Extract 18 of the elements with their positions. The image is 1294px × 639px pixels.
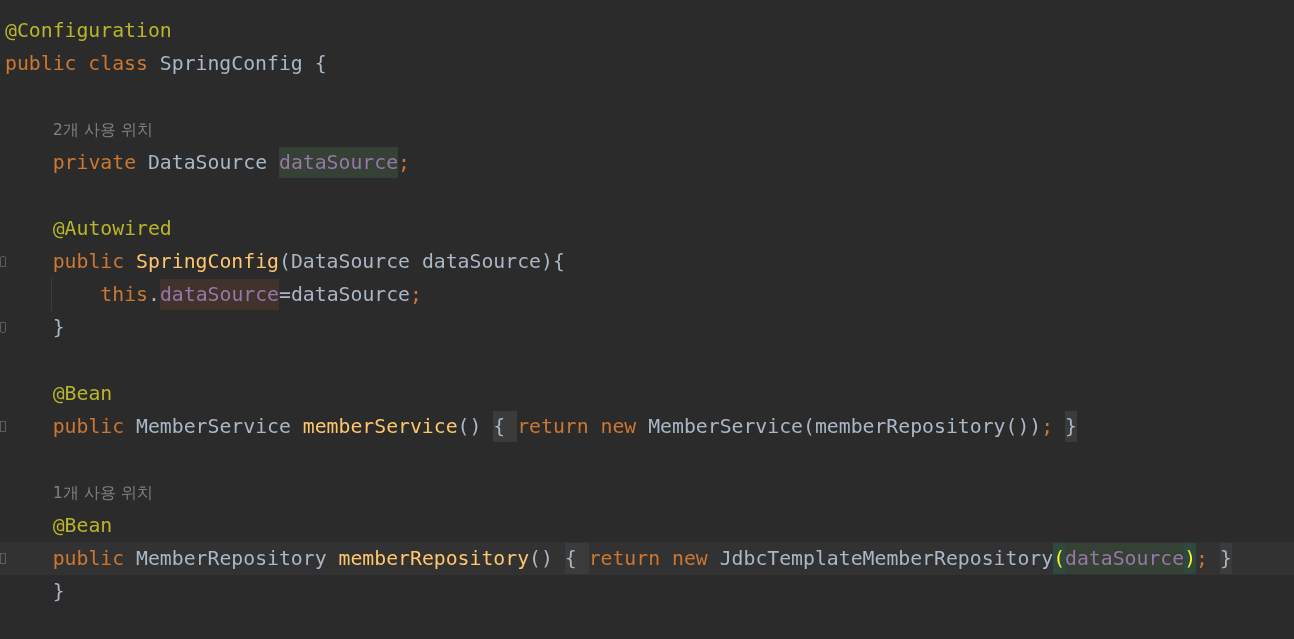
fold-icon[interactable] <box>0 553 6 564</box>
code-line: private DataSource dataSource; <box>52 146 410 179</box>
code-line: } <box>52 579 65 605</box>
usage-hint[interactable]: 1개 사용 위치 <box>52 480 154 505</box>
code-line: @Bean <box>52 513 113 539</box>
code-line: public MemberRepository memberRepository() { return new JdbcTemplateMemberRepository(dataSource); } <box>52 542 1232 575</box>
code-line: @Autowired <box>52 216 172 242</box>
code-line: } <box>52 315 65 341</box>
code-line: @Bean <box>52 381 113 407</box>
fold-icon[interactable] <box>0 421 6 432</box>
code-line: this.dataSource=dataSource; <box>100 278 422 311</box>
code-line: public MemberService memberService() { return new MemberService(memberRepository()); } <box>52 410 1077 443</box>
code-line: public SpringConfig(DataSource dataSource){ <box>52 249 565 275</box>
code-line: @Configuration <box>5 18 172 44</box>
fold-icon[interactable] <box>0 322 6 333</box>
fold-icon[interactable] <box>0 256 6 267</box>
usage-hint[interactable]: 2개 사용 위치 <box>52 117 154 142</box>
code-line: public class SpringConfig { <box>5 51 327 77</box>
